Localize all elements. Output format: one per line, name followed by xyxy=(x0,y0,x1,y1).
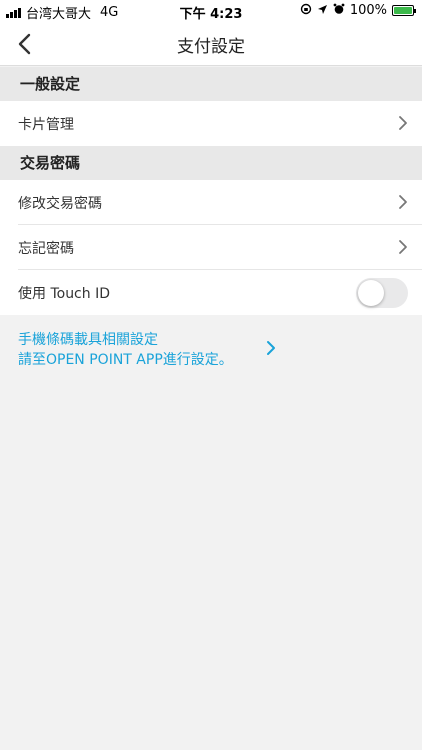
chevron-right-icon xyxy=(399,240,407,254)
toggle-knob xyxy=(358,280,384,306)
status-right: 100% xyxy=(300,3,416,18)
lock-rotation-icon xyxy=(300,3,312,18)
openpoint-settings-link[interactable]: 手機條碼載具相關設定 請至OPEN POINT APP進行設定。 xyxy=(0,316,422,384)
chevron-right-icon xyxy=(267,341,275,355)
battery-icon xyxy=(392,5,416,16)
battery-fill xyxy=(394,7,412,14)
openpoint-line1: 手機條碼載具相關設定 xyxy=(18,332,158,348)
status-bar: 台湾大哥大 4G 下午 4:23 100% xyxy=(0,0,422,22)
change-password-label: 修改交易密碼 xyxy=(18,196,102,212)
card-management-row[interactable]: 卡片管理 xyxy=(0,101,422,146)
nav-bar: 支付設定 xyxy=(0,22,422,66)
chevron-right-icon xyxy=(399,195,407,209)
forgot-password-label: 忘記密碼 xyxy=(18,241,74,257)
change-password-row[interactable]: 修改交易密碼 xyxy=(0,180,422,225)
section-header-general: 一般設定 xyxy=(0,67,422,101)
location-icon xyxy=(317,4,328,18)
page-title: 支付設定 xyxy=(177,37,245,57)
touch-id-label: 使用 Touch ID xyxy=(18,286,110,302)
openpoint-line2: 請至OPEN POINT APP進行設定。 xyxy=(18,352,233,368)
battery-percent: 100% xyxy=(349,3,387,18)
chevron-right-icon xyxy=(399,116,407,130)
touch-id-row: 使用 Touch ID xyxy=(0,270,422,315)
openpoint-text: 手機條碼載具相關設定 請至OPEN POINT APP進行設定。 xyxy=(18,330,233,370)
card-management-label: 卡片管理 xyxy=(18,117,74,133)
touch-id-toggle[interactable] xyxy=(356,278,408,308)
alarm-icon xyxy=(333,3,345,18)
forgot-password-row[interactable]: 忘記密碼 xyxy=(0,225,422,270)
section-header-password: 交易密碼 xyxy=(0,146,422,180)
